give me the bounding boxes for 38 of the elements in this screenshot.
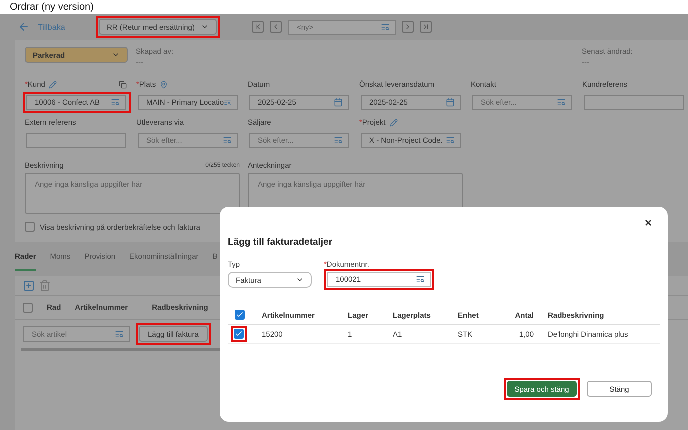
calendar-icon[interactable] (334, 98, 343, 107)
input-field[interactable] (26, 133, 126, 148)
dialog-title: Lägg till fakturadetaljer (228, 237, 334, 248)
checkbox[interactable] (25, 222, 35, 232)
search-icon[interactable] (224, 98, 232, 107)
last-icon (422, 23, 430, 31)
caret-icon (201, 23, 209, 31)
search-icon[interactable] (222, 136, 232, 145)
input-field[interactable] (584, 95, 684, 110)
checkbox[interactable] (23, 302, 33, 312)
search-icon[interactable] (557, 98, 566, 107)
search-icon[interactable] (446, 136, 454, 145)
pencil-icon[interactable] (390, 118, 398, 126)
trash-icon[interactable] (39, 280, 51, 292)
search-icon[interactable] (111, 98, 120, 107)
location-pin-icon[interactable] (160, 80, 168, 88)
arrow-left-icon (18, 21, 30, 33)
previous-record-button[interactable] (270, 21, 282, 33)
chevron-right-icon (404, 23, 412, 31)
search-icon[interactable] (381, 22, 390, 32)
checkbox[interactable] (235, 310, 245, 320)
search-icon[interactable] (334, 136, 343, 145)
copy-icon[interactable] (119, 80, 127, 88)
next-record-button[interactable] (402, 21, 414, 33)
chevron-left-icon (272, 23, 280, 31)
caret-icon (112, 51, 120, 59)
calendar-icon[interactable] (446, 98, 454, 107)
search-icon[interactable] (416, 275, 425, 284)
caret-icon (296, 276, 304, 284)
search-icon[interactable] (115, 330, 124, 338)
close-button[interactable]: × (644, 217, 652, 229)
last-record-button[interactable] (420, 21, 432, 33)
add-icon[interactable] (23, 280, 35, 292)
first-icon (254, 23, 262, 31)
checkbox[interactable] (234, 329, 244, 339)
pencil-icon[interactable] (49, 80, 58, 88)
window-title: Ordrar (ny version) (10, 2, 94, 12)
first-record-button[interactable] (252, 21, 264, 33)
